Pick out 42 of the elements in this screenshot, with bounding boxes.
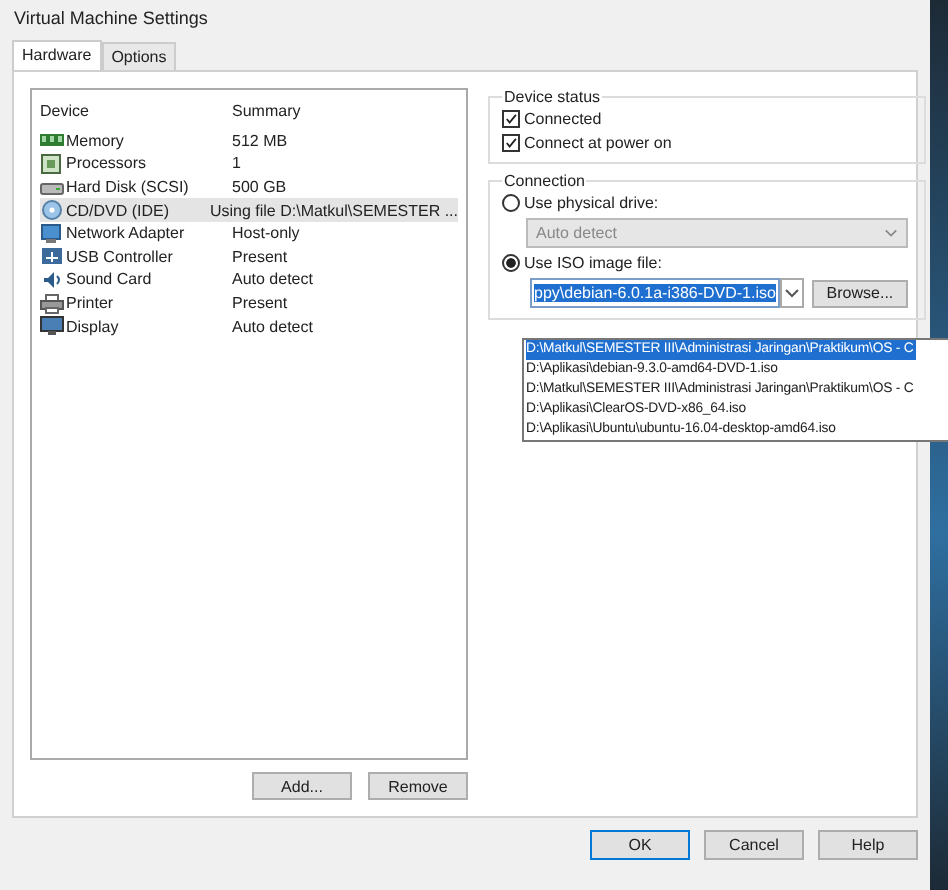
device-row[interactable]: Hard Disk (SCSI) 500 GB bbox=[40, 175, 458, 199]
dialog-button[interactable]: Remove bbox=[368, 772, 468, 800]
chip-icon bbox=[40, 153, 64, 174]
disc-icon bbox=[40, 200, 64, 221]
caret-icon bbox=[783, 288, 800, 298]
printer-icon bbox=[40, 293, 64, 314]
speaker-icon bbox=[40, 269, 64, 290]
memory-icon bbox=[40, 130, 64, 151]
tab[interactable]: Options bbox=[101, 42, 177, 70]
iso-path-field[interactable]: ppy\debian-6.0.1a-i386-DVD-1.iso bbox=[530, 278, 780, 308]
column-header: Summary bbox=[232, 102, 303, 121]
device-row[interactable]: Sound Card Auto detect bbox=[40, 268, 458, 292]
group-title: Connection bbox=[502, 172, 587, 190]
monitor-icon bbox=[40, 316, 64, 337]
device-row[interactable]: Display Auto detect bbox=[40, 314, 458, 338]
usb-icon bbox=[40, 246, 64, 267]
dialog-button[interactable]: OK bbox=[590, 830, 690, 860]
checkbox[interactable] bbox=[502, 110, 520, 128]
radio-button[interactable] bbox=[502, 254, 520, 272]
window-title: Virtual Machine Settings bbox=[12, 6, 210, 32]
device-row[interactable]: Memory 512 MB bbox=[40, 129, 458, 153]
checkbox[interactable] bbox=[502, 134, 520, 152]
radio-button[interactable] bbox=[502, 194, 520, 212]
browse-button[interactable]: Browse... bbox=[811, 279, 908, 307]
device-row[interactable]: Processors 1 bbox=[40, 152, 458, 176]
monitor-icon bbox=[40, 223, 64, 244]
checkbox-label: Connect at power on bbox=[524, 134, 672, 152]
dialog-button[interactable]: Add... bbox=[252, 772, 352, 800]
device-row[interactable]: Network Adapter Host-only bbox=[40, 221, 458, 246]
device-row[interactable]: USB Controller Present bbox=[40, 245, 458, 269]
radio-label: Use physical drive: bbox=[524, 194, 659, 212]
column-header: Device bbox=[40, 102, 91, 121]
radio-label: Use ISO image file: bbox=[524, 254, 662, 272]
dialog-button[interactable]: Help bbox=[818, 830, 918, 860]
dialog-button[interactable]: Cancel bbox=[704, 830, 804, 860]
group-title: Device status bbox=[502, 88, 603, 106]
device-row[interactable]: Printer Present bbox=[40, 291, 458, 315]
checkbox-label: Connected bbox=[524, 110, 602, 128]
dropdown-arrow-button[interactable] bbox=[779, 278, 804, 308]
device-row[interactable]: CD/DVD (IDE) Using file D:\Matkul\SEMESTER ... bbox=[40, 198, 458, 222]
tab[interactable]: Hardware bbox=[12, 40, 102, 70]
caret-icon bbox=[883, 228, 898, 238]
